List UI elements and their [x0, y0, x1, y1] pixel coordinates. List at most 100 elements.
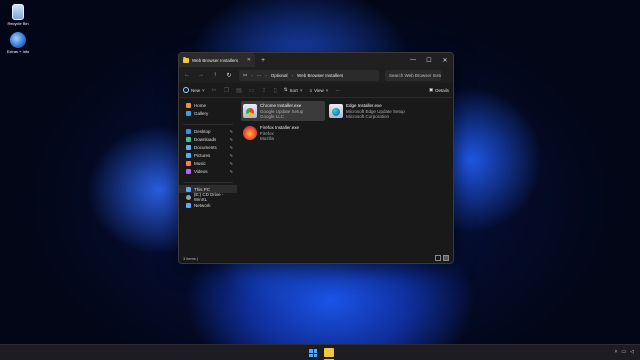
sidebar-item-label: Network	[194, 202, 211, 208]
details-view-icon[interactable]	[435, 255, 441, 261]
network-icon	[186, 202, 191, 208]
chevron-right-icon: ›	[265, 72, 267, 78]
desktop-icon-recycle-bin[interactable]: Recycle Bin	[0, 4, 36, 26]
file-name: Firefox Installer.exe	[260, 125, 300, 130]
copy-icon[interactable]: ❐	[224, 87, 229, 94]
system-tray: ˄ ▭ ◁	[614, 349, 634, 355]
address-bar-row: ← → ↑ ↻ ▭ › ··· › Optional › Web Browser…	[179, 67, 453, 83]
sidebar-item-downloads[interactable]: Downloads ✎	[179, 135, 237, 143]
refresh-icon[interactable]: ↻	[225, 72, 233, 79]
sidebar-item-gallery[interactable]: Gallery	[179, 109, 237, 117]
chevron-right-icon: ›	[291, 72, 294, 78]
sidebar-item-network[interactable]: Network	[179, 201, 237, 209]
gallery-icon	[186, 110, 191, 116]
close-button[interactable]: ✕	[437, 53, 453, 67]
chevron-down-icon: ˅	[299, 87, 303, 93]
more-options-button[interactable]: ···	[335, 88, 340, 93]
computer-icon	[186, 186, 191, 192]
start-button[interactable]	[309, 349, 317, 357]
chevron-right-icon: ›	[251, 72, 253, 78]
windows-logo-tile	[309, 353, 313, 357]
desktop-icon-label: Recycle Bin	[7, 21, 29, 26]
pin-icon: ✎	[229, 168, 233, 174]
downloads-icon	[186, 136, 191, 142]
volume-icon[interactable]: ◁	[630, 349, 634, 355]
sidebar-item-videos[interactable]: Videos ✎	[179, 167, 237, 175]
sort-button[interactable]: ⇅ Sort ˅	[284, 87, 303, 93]
desktop-icon	[186, 128, 191, 134]
edge-installer-icon	[329, 104, 343, 118]
sidebar-item-documents[interactable]: Documents ✎	[179, 143, 237, 151]
breadcrumb-optional[interactable]: Optional	[271, 73, 288, 78]
sidebar-item-label: Home	[194, 102, 207, 108]
cut-icon[interactable]: ✂	[212, 87, 217, 94]
videos-icon	[186, 168, 191, 174]
forward-arrow-icon[interactable]: →	[197, 72, 205, 78]
documents-icon	[186, 144, 191, 150]
breadcrumb-current[interactable]: Web Browser Installers	[297, 73, 343, 78]
sidebar-item-label: This PC	[194, 186, 211, 192]
windows-logo-tile	[313, 353, 317, 357]
delete-icon[interactable]: ▯	[273, 87, 276, 94]
sidebar-item-home[interactable]: Home	[179, 101, 237, 109]
sort-label: Sort	[289, 87, 298, 93]
pin-icon: ✎	[229, 144, 233, 150]
taskbar: ˄ ▭ ◁	[0, 344, 640, 360]
new-button[interactable]: New ˅	[183, 87, 205, 93]
sidebar-divider	[183, 182, 233, 183]
file-list: Chrome Installer.exe Google Update Setup…	[237, 99, 453, 253]
file-company: Mozilla	[260, 136, 275, 141]
desktop-icon-extras-info[interactable]: Extras + Info	[0, 32, 36, 54]
minimize-button[interactable]: —	[405, 53, 421, 67]
new-label: New	[191, 87, 201, 93]
network-status-icon[interactable]: ▭	[621, 349, 626, 355]
file-item-chrome-installer[interactable]: Chrome Installer.exe Google Update Setup…	[241, 101, 325, 121]
up-arrow-icon[interactable]: ↑	[211, 72, 219, 78]
share-icon[interactable]: ⇪	[261, 87, 266, 94]
cd-drive-icon	[186, 194, 191, 200]
firefox-installer-icon	[243, 126, 257, 140]
status-bar: 3 items |	[179, 253, 453, 263]
view-button[interactable]: ≡ View ˅	[309, 88, 328, 93]
music-icon	[186, 160, 191, 166]
view-toggle	[435, 255, 449, 261]
paste-icon[interactable]: ▤	[236, 87, 242, 94]
chevron-up-icon[interactable]: ˄	[614, 349, 617, 355]
sidebar-item-label: Gallery	[194, 110, 209, 116]
sidebar-item-label: Videos	[194, 168, 208, 174]
search-input[interactable]: Search Web Browser Installers	[385, 69, 441, 81]
sidebar-item-desktop[interactable]: Desktop ✎	[179, 127, 237, 135]
details-button[interactable]: ▣ Details	[429, 87, 449, 93]
windows-logo-tile	[313, 349, 317, 353]
pin-icon: ✎	[229, 136, 233, 142]
sidebar-item-label: Documents	[194, 144, 217, 150]
chevron-down-icon: ˅	[325, 87, 329, 93]
file-company: Google LLC	[260, 114, 285, 119]
plus-icon	[183, 87, 189, 93]
sort-icon: ⇅	[283, 87, 288, 92]
file-item-firefox-installer[interactable]: Firefox Installer.exe Firefox Mozilla	[241, 123, 325, 143]
sidebar-item-cd-drive[interactable]: (E:) CD Drive - WinXL	[179, 192, 237, 202]
file-item-edge-installer[interactable]: Edge Installer.exe Microsoft Edge Update…	[327, 101, 437, 121]
file-explorer-window: Web Browser Installers ✕ + — ☐ ✕ ← → ↑ ↻…	[178, 52, 454, 264]
breadcrumb-more[interactable]: ···	[257, 73, 262, 78]
file-explorer-taskbar-icon[interactable]	[324, 348, 334, 357]
new-tab-button[interactable]: +	[261, 57, 265, 64]
address-bar[interactable]: ▭ › ··· › Optional › Web Browser Install…	[239, 69, 379, 81]
window-controls: — ☐ ✕	[405, 53, 453, 67]
sidebar-item-music[interactable]: Music ✎	[179, 159, 237, 167]
tiles-view-icon[interactable]	[443, 255, 449, 261]
back-arrow-icon[interactable]: ←	[183, 72, 191, 78]
maximize-button[interactable]: ☐	[421, 53, 437, 67]
explorer-content: Home Gallery Desktop ✎ Downloads ✎ Docum…	[179, 99, 453, 253]
pin-icon: ✎	[229, 128, 233, 134]
tab-web-browser-installers[interactable]: Web Browser Installers ✕	[179, 53, 255, 67]
sidebar-item-label: Pictures	[194, 152, 211, 158]
navigation-pane: Home Gallery Desktop ✎ Downloads ✎ Docum…	[179, 99, 237, 253]
details-pane-icon: ▣	[428, 87, 434, 92]
rename-icon[interactable]: ▭	[249, 87, 255, 94]
tab-close-icon[interactable]: ✕	[247, 57, 251, 63]
sidebar-item-pictures[interactable]: Pictures ✎	[179, 151, 237, 159]
